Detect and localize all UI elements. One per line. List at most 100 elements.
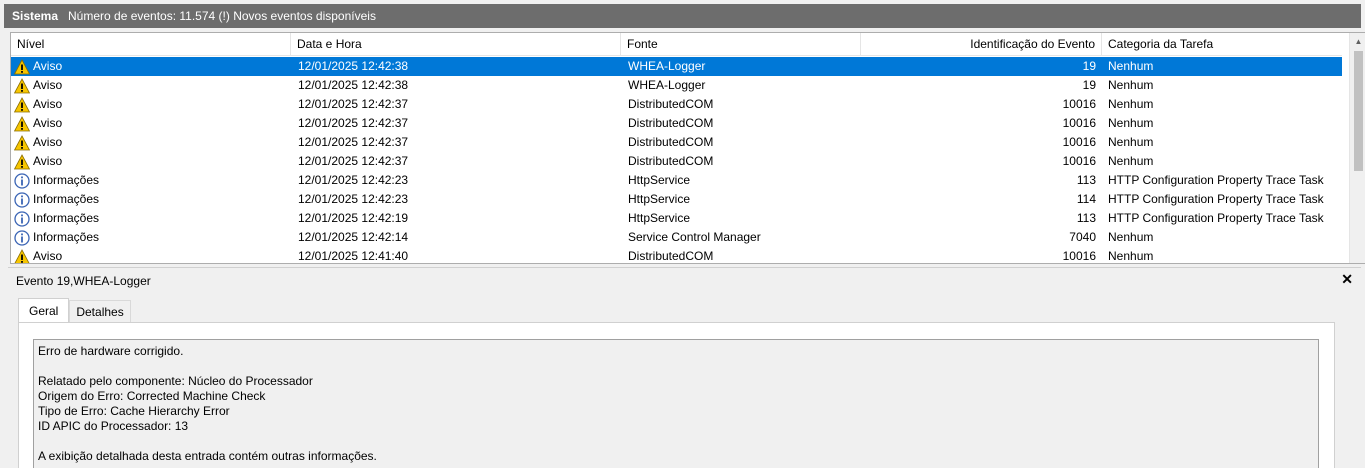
warning-icon (13, 77, 31, 94)
table-row[interactable]: Aviso 12/01/2025 12:42:37 DistributedCOM 10… (11, 152, 1342, 171)
scrollbar-thumb[interactable] (1354, 51, 1363, 171)
level-label: Aviso (33, 249, 63, 263)
event-id-cell: 10016 (1062, 249, 1096, 263)
column-header-event-id[interactable]: Identificação do Evento (861, 33, 1102, 56)
table-row[interactable]: Informações 12/01/2025 12:42:14 Service Co… (11, 228, 1342, 247)
event-id-cell: 10016 (1062, 135, 1096, 149)
date-cell: 12/01/2025 12:42:37 (298, 135, 409, 149)
table-row[interactable]: Aviso 12/01/2025 12:42:38 WHEA-Logger 19 Nen… (11, 76, 1342, 95)
source-cell: HttpService (628, 173, 691, 187)
level-label: Aviso (33, 97, 63, 111)
column-header-date[interactable]: Data e Hora (291, 33, 621, 56)
message-line (38, 359, 1314, 374)
level-label: Informações (33, 192, 100, 206)
level-cell: Aviso (14, 247, 294, 263)
event-id-cell: 10016 (1062, 97, 1096, 111)
task-category-cell: Nenhum (1108, 154, 1154, 168)
events-list[interactable]: Nível Data e Hora Fonte Identificação do… (10, 32, 1365, 264)
warning-icon (14, 248, 30, 263)
event-id-cell: 7040 (1069, 230, 1096, 244)
info-icon (14, 210, 30, 227)
message-line: Relatado pelo componente: Núcleo do Proc… (38, 374, 313, 388)
task-category-cell: HTTP Configuration Property Trace Task (1108, 192, 1324, 206)
event-id-cell: 113 (1076, 211, 1096, 225)
column-header-level[interactable]: Nível (11, 33, 291, 56)
date-cell: 12/01/2025 12:42:37 (298, 154, 409, 168)
date-cell: 12/01/2025 12:41:40 (298, 249, 409, 263)
source-cell: DistributedCOM (628, 135, 714, 149)
level-label: Informações (33, 230, 100, 244)
task-category-cell: Nenhum (1108, 78, 1154, 92)
table-row[interactable]: Aviso 12/01/2025 12:42:37 DistributedCOM 10… (11, 114, 1342, 133)
warning-icon (13, 115, 31, 132)
source-cell: DistributedCOM (628, 116, 714, 130)
date-cell: 12/01/2025 12:42:14 (298, 230, 409, 244)
level-cell: Aviso (13, 114, 294, 133)
date-cell: 12/01/2025 12:42:23 (298, 173, 409, 187)
task-category-cell: Nenhum (1108, 230, 1154, 244)
task-category-cell: Nenhum (1108, 249, 1154, 263)
date-cell: 12/01/2025 12:42:38 (298, 78, 409, 92)
level-label: Aviso (33, 135, 63, 149)
source-cell: WHEA-Logger (628, 78, 706, 92)
column-header-task-category[interactable]: Categoria da Tarefa (1102, 33, 1342, 56)
level-label: Aviso (33, 116, 63, 130)
date-cell: 12/01/2025 12:42:38 (298, 59, 409, 73)
info-icon (14, 172, 30, 189)
level-cell: Informações (14, 171, 294, 190)
level-cell: Informações (14, 228, 294, 247)
tab-details[interactable]: Detalhes (69, 300, 131, 322)
general-tab-panel: Erro de hardware corrigido. Relatado pelo… (18, 322, 1335, 468)
date-cell: 12/01/2025 12:42:23 (298, 192, 409, 206)
level-label: Informações (33, 173, 100, 187)
scroll-up-icon[interactable]: ▲ (1350, 33, 1365, 50)
message-line: Erro de hardware corrigido. (38, 344, 184, 358)
warning-icon (13, 134, 31, 151)
date-cell: 12/01/2025 12:42:37 (298, 97, 409, 111)
task-category-cell: Nenhum (1108, 59, 1154, 73)
event-id-cell: 19 (1082, 59, 1096, 73)
log-title-bar: Sistema Número de eventos: 11.574 (!) No… (4, 4, 1361, 28)
event-id-cell: 10016 (1062, 116, 1096, 130)
level-cell: Aviso (13, 95, 294, 114)
table-row[interactable]: Aviso 12/01/2025 12:41:40 DistributedCOM 10… (11, 247, 1342, 263)
date-cell: 12/01/2025 12:42:19 (298, 211, 409, 225)
table-row[interactable]: Aviso 12/01/2025 12:42:37 DistributedCOM 10… (11, 133, 1342, 152)
level-cell: Aviso (13, 57, 294, 76)
message-line: Tipo de Erro: Cache Hierarchy Error (38, 404, 230, 418)
close-icon[interactable]: ✕ (1341, 271, 1353, 288)
event-id-cell: 10016 (1062, 154, 1096, 168)
level-cell: Aviso (13, 76, 294, 95)
source-cell: HttpService (628, 192, 691, 206)
table-row[interactable]: Aviso 12/01/2025 12:42:38 WHEA-Logger 19 Nen… (11, 57, 1342, 76)
level-label: Aviso (33, 59, 63, 73)
source-cell: Service Control Manager (628, 230, 761, 244)
message-line: Origem do Erro: Corrected Machine Check (38, 389, 266, 403)
table-row[interactable]: Informações 12/01/2025 12:42:19 HttpServic… (11, 209, 1342, 228)
task-category-cell: HTTP Configuration Property Trace Task (1108, 173, 1324, 187)
level-cell: Aviso (13, 152, 294, 171)
source-cell: HttpService (628, 211, 691, 225)
source-cell: DistributedCOM (628, 154, 714, 168)
level-cell: Aviso (13, 133, 294, 152)
message-line: A exibição detalhada desta entrada conté… (38, 449, 377, 463)
info-icon (14, 229, 30, 246)
source-cell: DistributedCOM (628, 249, 714, 263)
table-row[interactable]: Informações 12/01/2025 12:42:23 HttpServic… (11, 171, 1342, 190)
column-header-source[interactable]: Fonte (621, 33, 861, 56)
event-detail-pane: Evento 19,WHEA-Logger ✕ Geral Detalhes E… (8, 267, 1361, 468)
task-category-cell: HTTP Configuration Property Trace Task (1108, 211, 1324, 225)
level-label: Informações (33, 211, 100, 225)
date-cell: 12/01/2025 12:42:37 (298, 116, 409, 130)
table-row[interactable]: Informações 12/01/2025 12:42:23 HttpServic… (11, 190, 1342, 209)
warning-icon (13, 96, 31, 113)
table-row[interactable]: Aviso 12/01/2025 12:42:37 DistributedCOM 10… (11, 95, 1342, 114)
event-count-status: Número de eventos: 11.574 (!) Novos even… (68, 9, 376, 23)
warning-icon (13, 153, 31, 170)
source-cell: WHEA-Logger (628, 59, 706, 73)
event-message-box[interactable]: Erro de hardware corrigido. Relatado pelo… (33, 339, 1319, 468)
list-scrollbar[interactable]: ▲ (1349, 33, 1365, 263)
task-category-cell: Nenhum (1108, 135, 1154, 149)
task-category-cell: Nenhum (1108, 97, 1154, 111)
tab-general[interactable]: Geral (18, 298, 70, 322)
